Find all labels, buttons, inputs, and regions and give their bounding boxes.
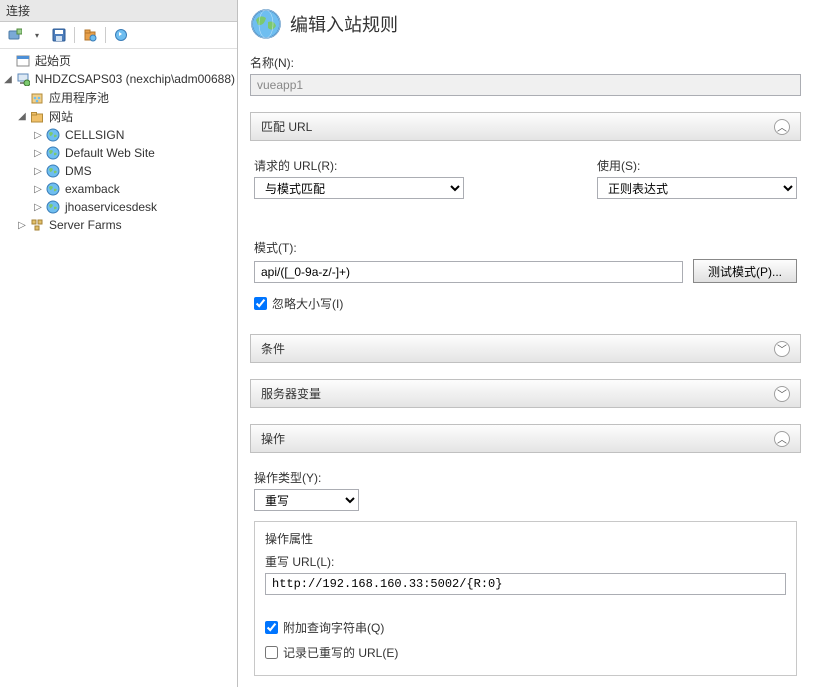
toolbar-separator	[74, 27, 75, 43]
dropdown-icon[interactable]: ▾	[28, 26, 46, 44]
tree-label: Default Web Site	[65, 146, 155, 160]
start-page-icon	[15, 53, 31, 69]
tree-site-item[interactable]: ▷ jhoaservicesdesk	[0, 198, 237, 216]
append-querystring-checkbox[interactable]	[265, 621, 278, 634]
tree-label: Server Farms	[49, 218, 122, 232]
connect-icon[interactable]	[6, 26, 24, 44]
section-title: 匹配 URL	[261, 118, 312, 135]
sites-toolbar-icon[interactable]	[81, 26, 99, 44]
tree-site-item[interactable]: ▷ DMS	[0, 162, 237, 180]
chevron-up-icon[interactable]: ︿	[774, 431, 790, 447]
expand-toggle-icon[interactable]: ▷	[32, 147, 44, 159]
log-rewritten-label: 记录已重写的 URL(E)	[283, 644, 398, 661]
expand-toggle-icon[interactable]: ▷	[16, 219, 28, 231]
chevron-down-icon[interactable]: ﹀	[774, 386, 790, 402]
tree-label: 网站	[49, 108, 73, 125]
globe-large-icon	[250, 8, 282, 40]
tree-label: examback	[65, 182, 120, 196]
ignorecase-checkbox[interactable]	[254, 297, 267, 310]
section-title: 服务器变量	[261, 385, 321, 402]
page-title: 编辑入站规则	[290, 11, 398, 37]
name-label: 名称(N):	[250, 54, 801, 71]
server-farms-icon	[29, 217, 45, 233]
collapse-toggle-icon[interactable]: ◢	[2, 73, 14, 85]
tree-app-pools[interactable]: 应用程序池	[0, 88, 237, 107]
tree-server[interactable]: ◢ NHDZCSAPS03 (nexchip\adm00688)	[0, 70, 237, 88]
tree-label: DMS	[65, 164, 92, 178]
page-header: 编辑入站规则	[238, 0, 813, 48]
tree-sites[interactable]: ◢ 网站	[0, 107, 237, 126]
expand-toggle-icon[interactable]: ▷	[32, 201, 44, 213]
tree-site-item[interactable]: ▷ examback	[0, 180, 237, 198]
conditions-section: 条件 ﹀	[250, 334, 801, 363]
ignorecase-label: 忽略大小写(I)	[272, 295, 343, 312]
globe-icon	[45, 127, 61, 143]
request-url-select[interactable]: 与模式匹配	[254, 177, 464, 199]
chevron-up-icon[interactable]: ︿	[774, 119, 790, 135]
server-icon	[15, 71, 31, 87]
name-input[interactable]	[250, 74, 801, 96]
tree-site-item[interactable]: ▷ CELLSIGN	[0, 126, 237, 144]
tree-label: 起始页	[35, 52, 71, 69]
connections-tree: 起始页 ◢ NHDZCSAPS03 (nexchip\adm00688) 应用程…	[0, 49, 237, 687]
tree-site-item[interactable]: ▷ Default Web Site	[0, 144, 237, 162]
match-url-section: 匹配 URL ︿ 请求的 URL(R): 与模式匹配 使用(S):	[250, 112, 801, 318]
use-label: 使用(S):	[597, 157, 797, 174]
tree-start-page[interactable]: 起始页	[0, 51, 237, 70]
tree-label: jhoaservicesdesk	[65, 200, 157, 214]
conditions-header[interactable]: 条件 ﹀	[250, 334, 801, 363]
use-select[interactable]: 正则表达式	[597, 177, 797, 199]
expand-toggle-icon[interactable]: ▷	[32, 165, 44, 177]
blank-toggle	[2, 55, 14, 67]
expand-toggle-icon[interactable]: ▷	[32, 183, 44, 195]
servervars-header[interactable]: 服务器变量 ﹀	[250, 379, 801, 408]
section-title: 操作	[261, 430, 285, 447]
sites-folder-icon	[29, 109, 45, 125]
rewrite-url-input[interactable]	[265, 573, 786, 595]
log-rewritten-checkbox[interactable]	[265, 646, 278, 659]
tree-server-farms[interactable]: ▷ Server Farms	[0, 216, 237, 234]
action-type-select[interactable]: 重写	[254, 489, 359, 511]
connections-toolbar: ▾	[0, 22, 237, 49]
tree-label: CELLSIGN	[65, 128, 124, 142]
expand-toggle-icon[interactable]: ▷	[32, 129, 44, 141]
connections-panel: 连接 ▾ 起始页	[0, 0, 238, 687]
globe-icon	[45, 145, 61, 161]
action-props-fieldset: 操作属性 重写 URL(L): 附加查询字符串(Q) 记录已重写的 URL(E)	[254, 521, 797, 676]
globe-icon	[45, 163, 61, 179]
append-querystring-label: 附加查询字符串(Q)	[283, 619, 384, 636]
app-pool-icon	[29, 90, 45, 106]
globe-icon	[45, 199, 61, 215]
toolbar-separator	[105, 27, 106, 43]
refresh-icon[interactable]	[112, 26, 130, 44]
collapse-toggle-icon[interactable]: ◢	[16, 111, 28, 123]
connections-header: 连接	[0, 0, 237, 22]
action-section: 操作 ︿ 操作类型(Y): 重写 操作属性 重写 URL(L): 附加查	[250, 424, 801, 687]
content-panel: 编辑入站规则 名称(N): 匹配 URL ︿ 请求的 URL(R): 与模式匹配	[238, 0, 813, 687]
match-url-header[interactable]: 匹配 URL ︿	[250, 112, 801, 141]
action-header[interactable]: 操作 ︿	[250, 424, 801, 453]
tree-label: 应用程序池	[49, 89, 109, 106]
action-props-title: 操作属性	[265, 530, 786, 547]
section-title: 条件	[261, 340, 285, 357]
request-url-label: 请求的 URL(R):	[254, 157, 464, 174]
save-icon[interactable]	[50, 26, 68, 44]
chevron-down-icon[interactable]: ﹀	[774, 341, 790, 357]
servervars-section: 服务器变量 ﹀	[250, 379, 801, 408]
tree-label: NHDZCSAPS03 (nexchip\adm00688)	[35, 72, 235, 86]
test-pattern-button[interactable]: 测试模式(P)...	[693, 259, 797, 283]
pattern-label: 模式(T):	[254, 239, 797, 256]
rewrite-url-label: 重写 URL(L):	[265, 553, 786, 570]
pattern-input[interactable]	[254, 261, 683, 283]
globe-icon	[45, 181, 61, 197]
action-type-label: 操作类型(Y):	[254, 469, 797, 486]
blank-toggle	[16, 92, 28, 104]
